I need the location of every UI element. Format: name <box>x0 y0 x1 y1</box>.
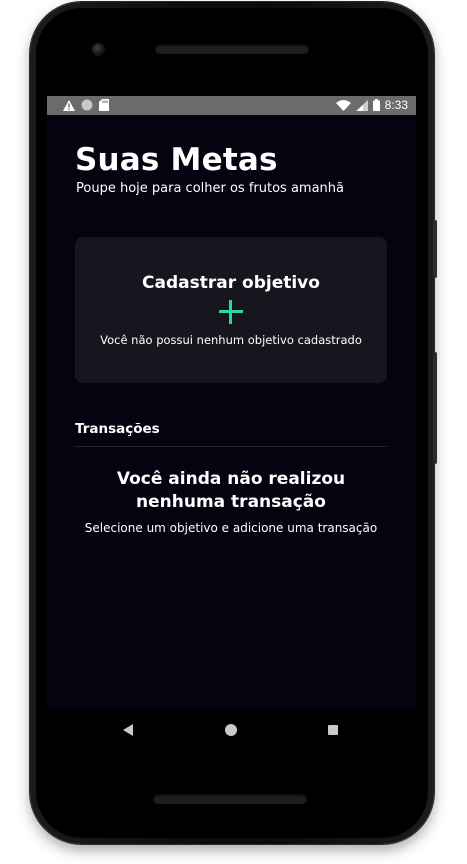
volume-button <box>433 352 437 464</box>
app-screen: 8:33 Suas Metas Poupe hoje para colher o… <box>47 96 416 708</box>
page-title: Suas Metas <box>75 142 278 178</box>
add-goal-card[interactable]: Cadastrar objetivo Você não possui nenhu… <box>75 237 387 383</box>
signal-icon <box>355 99 368 111</box>
home-icon[interactable] <box>225 724 237 736</box>
system-nav-bar <box>47 708 416 750</box>
page-subtitle: Poupe hoje para colher os frutos amanhã <box>76 181 344 196</box>
status-bar: 8:33 <box>47 96 416 115</box>
no-transactions-title: Você ainda não realizou nenhuma transaçã… <box>116 469 346 512</box>
earpiece-speaker <box>155 44 309 54</box>
warning-icon <box>63 99 75 111</box>
circle-icon <box>81 99 93 111</box>
battery-icon <box>372 99 380 111</box>
back-icon[interactable] <box>123 724 133 736</box>
status-icons-left <box>63 99 109 111</box>
status-time: 8:33 <box>384 98 408 112</box>
recent-apps-icon[interactable] <box>328 725 338 735</box>
sd-card-icon <box>99 99 109 111</box>
front-camera <box>92 43 105 56</box>
plus-icon[interactable] <box>219 300 243 324</box>
add-goal-title: Cadastrar objetivo <box>142 273 320 293</box>
no-transactions-subtitle: Selecione um objetivo e adicione uma tra… <box>84 521 378 535</box>
transactions-section-title: Transações <box>75 421 160 437</box>
bottom-speaker <box>153 794 307 804</box>
power-button <box>433 220 437 278</box>
section-divider <box>75 446 387 447</box>
wifi-icon <box>335 99 351 111</box>
no-goals-message: Você não possui nenhum objetivo cadastra… <box>100 333 362 347</box>
status-icons-right: 8:33 <box>335 98 408 112</box>
